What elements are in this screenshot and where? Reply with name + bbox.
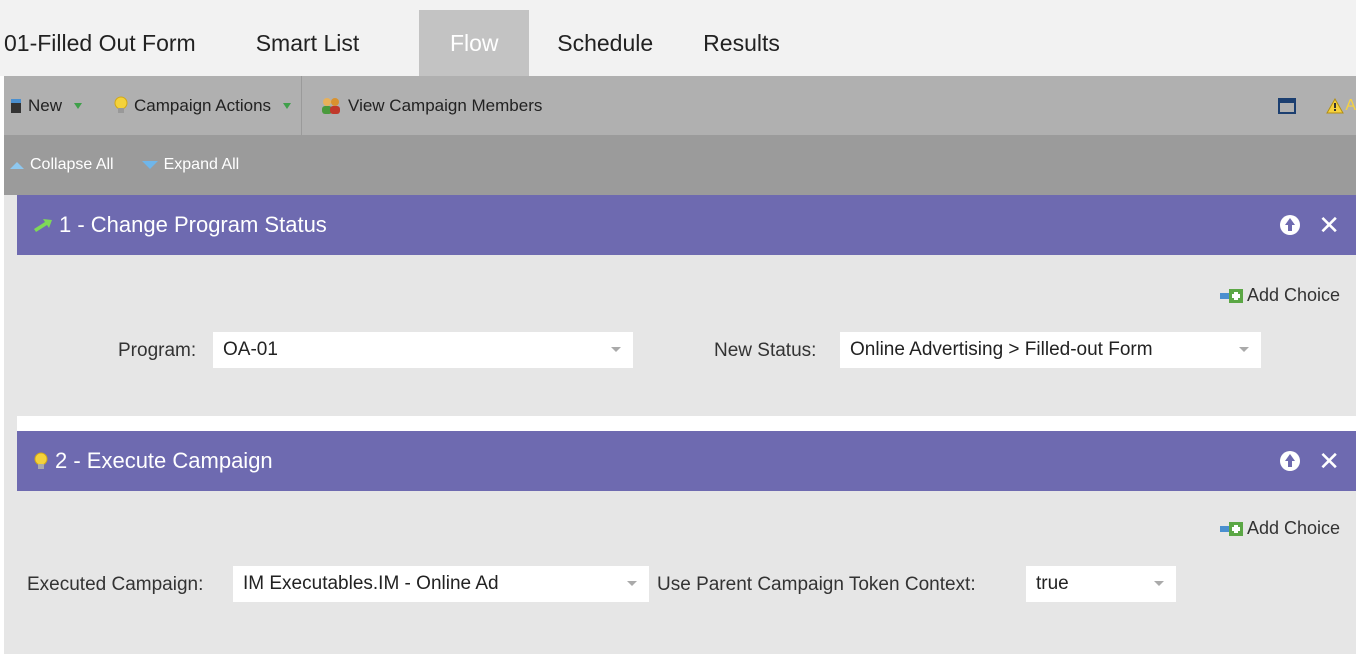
close-icon[interactable]: ✕	[1318, 212, 1340, 238]
flow-step-2: 2 - Execute Campaign ✕ Add Choice Execut…	[17, 431, 1356, 654]
tab-flow[interactable]: Flow	[419, 10, 530, 76]
use-parent-token-value: true	[1036, 573, 1069, 594]
new-status-select[interactable]: Online Advertising > Filled-out Form	[840, 332, 1261, 368]
lightbulb-icon	[114, 96, 128, 113]
toolbar-divider	[301, 76, 303, 135]
arrow-icon	[34, 219, 52, 232]
campaign-actions-label: Campaign Actions	[134, 95, 272, 115]
tab-campaign-name[interactable]: 01-Filled Out Form	[0, 10, 256, 76]
add-choice-button[interactable]: Add Choice	[1219, 285, 1340, 306]
dropdown-arrow-icon	[611, 347, 621, 352]
flow-step-header[interactable]: 2 - Execute Campaign ✕	[17, 431, 1356, 491]
flow-step-1: 1 - Change Program Status ✕ Add Choice P…	[17, 195, 1356, 416]
program-select[interactable]: OA-01	[213, 332, 633, 368]
warning-icon	[1326, 97, 1345, 113]
tab-smart-list[interactable]: Smart List	[256, 10, 420, 76]
warning-item[interactable]: A	[1326, 97, 1356, 115]
chevron-down-icon	[283, 102, 292, 109]
main-toolbar: New Campaign Actions View Campaign Membe…	[4, 76, 1356, 135]
dropdown-arrow-icon	[1239, 347, 1249, 352]
move-up-icon[interactable]	[1280, 451, 1301, 471]
add-choice-icon	[1219, 288, 1243, 303]
executed-campaign-value: IM Executables.IM - Online Ad	[243, 573, 499, 594]
view-campaign-members-label: View Campaign Members	[348, 95, 543, 115]
toolbar-right-group: A	[1278, 76, 1356, 135]
tab-schedule[interactable]: Schedule	[529, 10, 679, 76]
expand-all-button[interactable]: Expand All	[141, 156, 240, 174]
new-menu-button[interactable]: New	[4, 76, 83, 135]
flow-steps-area: 1 - Change Program Status ✕ Add Choice P…	[4, 195, 1356, 654]
step-title: 1 - Change Program Status	[59, 212, 327, 237]
add-choice-label: Add Choice	[1246, 285, 1340, 305]
window-icon[interactable]	[1278, 97, 1297, 114]
collapse-all-label: Collapse All	[30, 156, 114, 173]
add-choice-icon	[1219, 521, 1243, 536]
campaign-actions-menu-button[interactable]: Campaign Actions	[108, 76, 292, 135]
dropdown-arrow-icon	[627, 581, 637, 586]
close-icon[interactable]: ✕	[1318, 448, 1340, 474]
program-value: OA-01	[223, 339, 278, 360]
new-status-label: New Status:	[714, 340, 817, 361]
step-actions: ✕	[1280, 431, 1340, 491]
collapse-all-button[interactable]: Collapse All	[10, 156, 114, 174]
collapse-expand-bar: Collapse All Expand All	[4, 135, 1356, 195]
new-status-value: Online Advertising > Filled-out Form	[850, 339, 1153, 360]
step-actions: ✕	[1280, 195, 1340, 255]
people-icon	[322, 97, 341, 114]
dropdown-arrow-icon	[1154, 581, 1164, 586]
new-document-icon	[11, 98, 21, 113]
warning-label: A	[1345, 96, 1356, 114]
campaign-tab-bar: 01-Filled Out Form Smart List Flow Sched…	[0, 0, 1356, 76]
use-parent-token-select[interactable]: true	[1026, 566, 1176, 602]
view-campaign-members-button[interactable]: View Campaign Members	[314, 76, 542, 135]
triangle-up-icon	[10, 161, 24, 169]
use-parent-token-label: Use Parent Campaign Token Context:	[657, 574, 976, 595]
executed-campaign-select[interactable]: IM Executables.IM - Online Ad	[233, 566, 649, 602]
program-label: Program:	[118, 340, 197, 361]
move-up-icon[interactable]	[1280, 215, 1301, 235]
new-menu-label: New	[28, 95, 63, 115]
chevron-down-icon	[74, 102, 83, 109]
executed-campaign-label: Executed Campaign:	[27, 574, 204, 595]
lightbulb-icon	[34, 452, 48, 469]
flow-step-header[interactable]: 1 - Change Program Status ✕	[17, 195, 1356, 255]
add-choice-button[interactable]: Add Choice	[1219, 518, 1340, 539]
step-title: 2 - Execute Campaign	[55, 448, 273, 473]
expand-all-label: Expand All	[163, 156, 240, 173]
left-gutter	[4, 195, 17, 654]
add-choice-label: Add Choice	[1246, 518, 1340, 538]
tab-results[interactable]: Results	[679, 10, 804, 76]
triangle-down-icon	[141, 161, 158, 169]
